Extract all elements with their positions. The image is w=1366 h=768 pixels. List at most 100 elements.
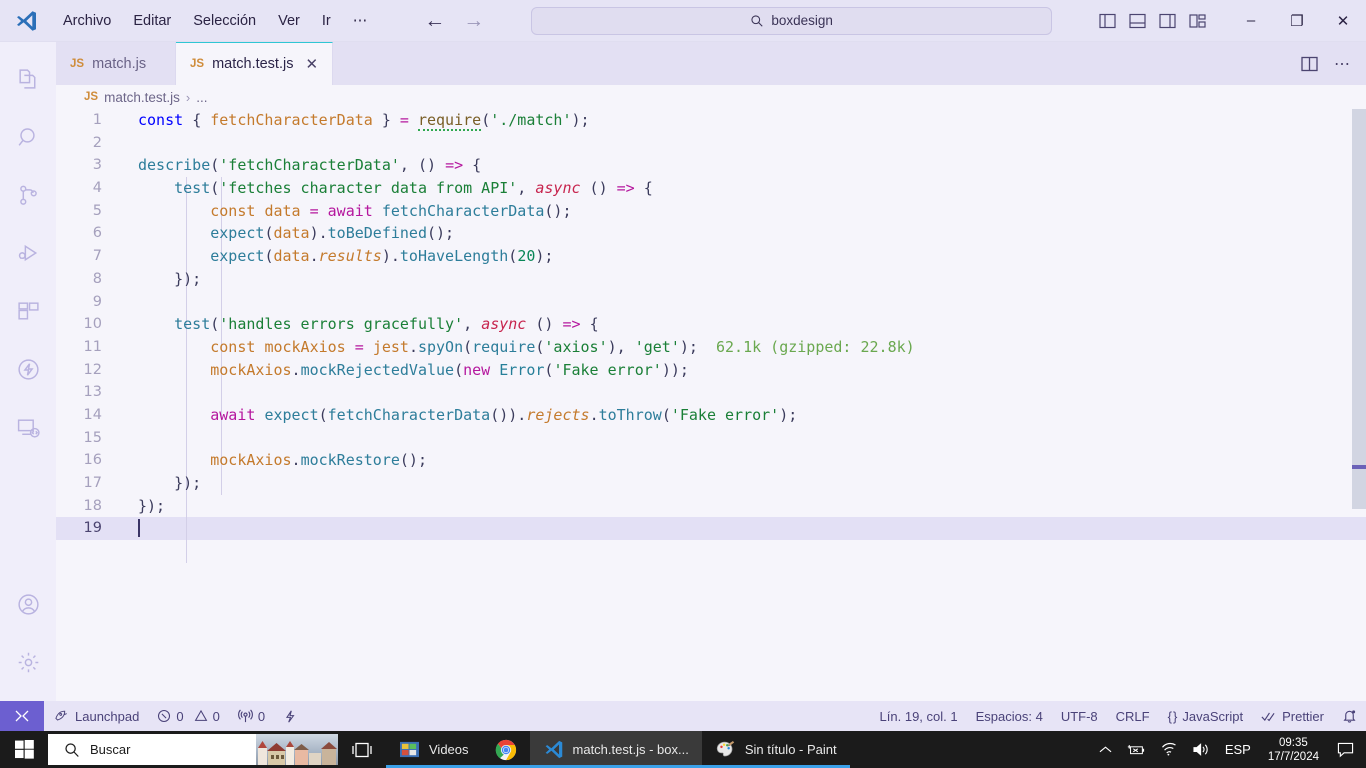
title-bar: Archivo Editar Selección Ver Ir ⋯ ← → bo…	[0, 0, 1366, 42]
notification-icon[interactable]	[1329, 742, 1366, 758]
sidebar-item-account[interactable]	[0, 575, 56, 633]
status-encoding[interactable]: UTF-8	[1052, 701, 1107, 731]
code-line: 13	[56, 381, 1366, 404]
arrow-right-icon[interactable]: →	[463, 10, 484, 31]
status-cursor-position[interactable]: Lín. 19, col. 1	[871, 701, 967, 731]
status-prettier[interactable]: Prettier	[1252, 701, 1333, 731]
battery-icon[interactable]	[1119, 731, 1153, 768]
code-line-with-hint: 11 const mockAxios = jest.spyOn(require(…	[56, 336, 1366, 359]
minimize-button[interactable]: –	[1228, 0, 1274, 42]
sidebar-item-extensions[interactable]	[0, 282, 56, 340]
code-line: 14 await expect(fetchCharacterData()).re…	[56, 404, 1366, 427]
menu-ver[interactable]: Ver	[267, 9, 311, 33]
chevron-up-icon[interactable]	[1092, 731, 1119, 768]
close-icon[interactable]: ✕	[305, 55, 318, 73]
taskbar-item-videos[interactable]: Videos	[386, 731, 482, 768]
sidebar-item-search[interactable]	[0, 108, 56, 166]
search-icon	[750, 14, 764, 28]
taskbar-search-illustration	[256, 734, 338, 765]
status-ports[interactable]: 0	[229, 701, 274, 731]
code-line: 8 });	[56, 268, 1366, 291]
remote-window-icon[interactable]	[0, 701, 44, 731]
sidebar-item-source-control[interactable]	[0, 166, 56, 224]
editor-scrollbar[interactable]	[1352, 109, 1366, 701]
customize-layout-icon[interactable]	[1189, 13, 1206, 29]
status-indentation[interactable]: Espacios: 4	[967, 701, 1052, 731]
status-launchpad[interactable]: Launchpad	[44, 701, 148, 731]
sidebar-item-run-debug[interactable]	[0, 224, 56, 282]
code-line: 15	[56, 427, 1366, 450]
toggle-panel-icon[interactable]	[1129, 13, 1146, 29]
status-language-mode[interactable]: { } JavaScript	[1159, 701, 1252, 731]
taskbar-clock[interactable]: 09:35 17/7/2024	[1258, 731, 1329, 768]
scrollbar-thumb[interactable]	[1352, 109, 1366, 509]
paint-icon	[715, 739, 736, 760]
wifi-icon[interactable]	[1153, 731, 1185, 768]
error-count: 0	[176, 708, 184, 724]
status-problems[interactable]: 0 0	[148, 701, 228, 731]
taskbar-task-view[interactable]	[338, 731, 386, 768]
taskbar-search-box[interactable]: Buscar	[48, 734, 338, 765]
sidebar-item-settings[interactable]	[0, 633, 56, 691]
code-line: 4 test('fetches character data from API'…	[56, 177, 1366, 200]
sidebar-item-thunder-client[interactable]	[0, 340, 56, 398]
line-number: 4	[92, 180, 102, 197]
language-indicator[interactable]: ESP	[1218, 731, 1258, 768]
code-line: 18 });	[56, 495, 1366, 518]
toggle-primary-sidebar-icon[interactable]	[1099, 13, 1116, 29]
search-input[interactable]: boxdesign	[531, 6, 1053, 35]
code-line: 17 });	[56, 472, 1366, 495]
taskbar-item-chrome[interactable]	[481, 731, 530, 768]
split-editor-icon[interactable]	[1301, 56, 1318, 72]
code-line: 7 expect(data.results).toHaveLength(20);	[56, 245, 1366, 268]
line-content: await expect(fetchCharacterData()).rejec…	[210, 405, 798, 424]
breadcrumb-tail[interactable]: ...	[196, 90, 207, 105]
sidebar-item-remote-explorer[interactable]	[0, 398, 56, 456]
code-line-active: 19	[56, 517, 1366, 541]
taskbar-item-label: Sin título - Paint	[744, 742, 837, 757]
more-actions-icon[interactable]: ⋯	[1334, 54, 1350, 74]
system-tray: ESP 09:35 17/7/2024	[1092, 731, 1366, 768]
windows-start-icon[interactable]	[0, 731, 48, 768]
taskbar-search-placeholder: Buscar	[90, 742, 131, 757]
settings-gear-icon	[16, 650, 41, 675]
status-notifications[interactable]	[1333, 701, 1366, 731]
arrow-left-icon[interactable]: ←	[424, 10, 445, 31]
menu-seleccion[interactable]: Selección	[182, 9, 267, 33]
status-eol[interactable]: CRLF	[1107, 701, 1159, 731]
tab-match-js[interactable]: JS match.js	[56, 42, 176, 85]
breadcrumb: JS match.test.js › ...	[56, 85, 1366, 109]
code-line: 3 describe('fetchCharacterData', () => {	[56, 154, 1366, 177]
run-debug-icon	[16, 241, 41, 266]
rocket-icon	[53, 708, 70, 724]
menu-editar[interactable]: Editar	[122, 9, 182, 33]
code-editor[interactable]: 1 const { fetchCharacterData } = require…	[56, 109, 1366, 701]
taskbar-item-paint[interactable]: Sin título - Paint	[701, 731, 850, 768]
navigation-arrows: ← →	[424, 10, 484, 31]
line-content: expect(data.results).toHaveLength(20);	[210, 247, 554, 266]
warning-icon	[194, 709, 208, 723]
toggle-secondary-sidebar-icon[interactable]	[1159, 13, 1176, 29]
line-number: 16	[83, 452, 102, 469]
close-button[interactable]: ✕	[1320, 0, 1366, 42]
line-content: });	[138, 496, 166, 515]
breadcrumb-file[interactable]: match.test.js	[104, 90, 180, 105]
status-lightning[interactable]	[274, 701, 306, 731]
sidebar-item-explorer[interactable]	[0, 50, 56, 108]
line-content: const { fetchCharacterData } = require('…	[138, 111, 590, 131]
line-number: 11	[83, 338, 102, 355]
lightning-icon	[283, 709, 297, 724]
tab-match-test-js[interactable]: JS match.test.js ✕	[176, 42, 334, 85]
volume-icon[interactable]	[1185, 731, 1218, 768]
menu-bar: Archivo Editar Selección Ver Ir ⋯	[52, 9, 378, 33]
menu-archivo[interactable]: Archivo	[52, 9, 122, 33]
menu-more[interactable]: ⋯	[342, 9, 379, 33]
line-number: 15	[83, 429, 102, 446]
taskbar-item-vscode[interactable]: match.test.js - box...	[529, 731, 703, 768]
search-input-value: boxdesign	[771, 13, 833, 28]
menu-ir[interactable]: Ir	[311, 9, 342, 33]
maximize-button[interactable]: ❐	[1274, 0, 1320, 42]
code-line: 16 mockAxios.mockRestore();	[56, 449, 1366, 472]
vscode-logo-icon	[0, 9, 52, 33]
remote-explorer-icon	[16, 415, 41, 440]
